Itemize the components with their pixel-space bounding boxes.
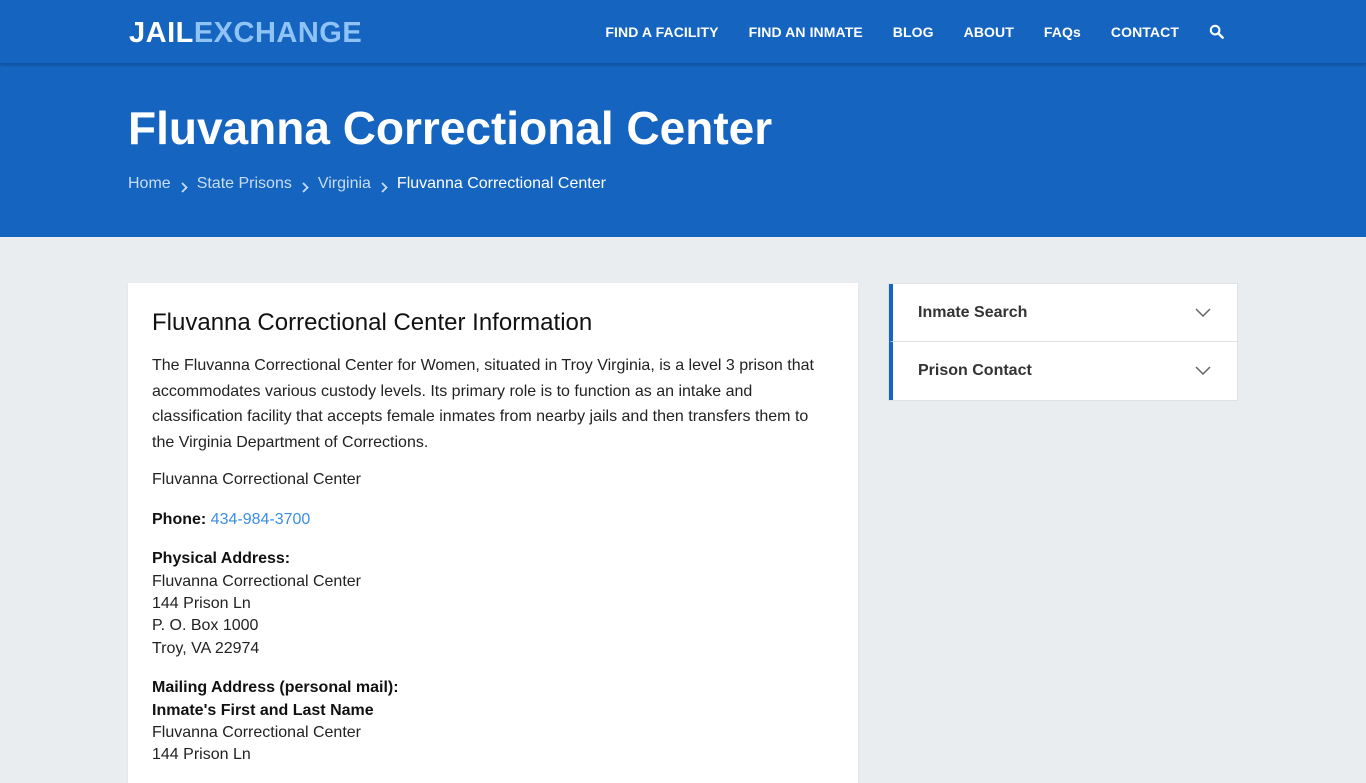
accordion-inmate-search[interactable]: Inmate Search bbox=[889, 284, 1237, 342]
search-icon[interactable] bbox=[1209, 24, 1225, 40]
address-line: Troy, VA 22974 bbox=[152, 639, 260, 657]
breadcrumb-current: Fluvanna Correctional Center bbox=[396, 175, 606, 192]
sidebar-accordion: Inmate Search Prison Contact bbox=[888, 283, 1238, 401]
accordion-label: Prison Contact bbox=[918, 362, 1032, 379]
chevron-right-icon bbox=[381, 179, 388, 193]
mailing-address-label: Mailing Address (personal mail): bbox=[152, 679, 399, 697]
mailing-inmate-name: Inmate's First and Last Name bbox=[152, 701, 374, 719]
physical-address: Physical Address: Fluvanna Correctional … bbox=[152, 548, 834, 660]
logo-jail: JAIL bbox=[129, 17, 194, 49]
breadcrumb-virginia[interactable]: Virginia bbox=[318, 174, 371, 194]
top-navbar: JAILEXCHANGE FIND A FACILITY FIND AN INM… bbox=[0, 0, 1366, 64]
phone-row: Phone: 434-984-3700 bbox=[152, 509, 834, 531]
breadcrumb-state-prisons[interactable]: State Prisons bbox=[197, 174, 292, 194]
facility-name: Fluvanna Correctional Center bbox=[152, 471, 361, 489]
chevron-down-icon bbox=[1195, 362, 1211, 380]
mailing-address: Mailing Address (personal mail): Inmate'… bbox=[152, 677, 834, 767]
section-heading: Fluvanna Correctional Center Information bbox=[152, 309, 593, 336]
page-title: Fluvanna Correctional Center bbox=[128, 102, 773, 154]
chevron-right-icon bbox=[181, 179, 188, 193]
breadcrumb-home[interactable]: Home bbox=[128, 174, 171, 194]
nav-find-facility[interactable]: FIND A FACILITY bbox=[605, 24, 718, 40]
nav-find-inmate[interactable]: FIND AN INMATE bbox=[749, 24, 863, 40]
nav-faqs[interactable]: FAQs bbox=[1044, 24, 1081, 40]
facility-info-card: Fluvanna Correctional Center Information… bbox=[128, 283, 858, 783]
intro-paragraph: The Fluvanna Correctional Center for Wom… bbox=[152, 357, 814, 451]
phone-link[interactable]: 434-984-3700 bbox=[211, 511, 311, 528]
address-line: 144 Prison Ln bbox=[152, 746, 251, 764]
nav-about[interactable]: ABOUT bbox=[964, 24, 1014, 40]
phone-label: Phone: bbox=[152, 510, 207, 528]
breadcrumb: Home State Prisons Virginia Fluvanna Cor… bbox=[128, 174, 606, 194]
address-line: 144 Prison Ln bbox=[152, 595, 251, 612]
address-line: Fluvanna Correctional Center bbox=[152, 572, 361, 590]
physical-address-label: Physical Address: bbox=[152, 550, 291, 568]
site-logo[interactable]: JAILEXCHANGE bbox=[129, 16, 362, 50]
accordion-prison-contact[interactable]: Prison Contact bbox=[889, 342, 1237, 400]
logo-exchange: EXCHANGE bbox=[193, 17, 363, 49]
accordion-label: Inmate Search bbox=[918, 303, 1028, 321]
main-nav: FIND A FACILITY FIND AN INMATE BLOG ABOU… bbox=[605, 0, 1225, 64]
chevron-down-icon bbox=[1195, 304, 1211, 322]
nav-blog[interactable]: BLOG bbox=[893, 24, 934, 40]
chevron-right-icon bbox=[302, 179, 309, 193]
page-hero: Fluvanna Correctional Center Home State … bbox=[0, 64, 1366, 237]
nav-contact[interactable]: CONTACT bbox=[1111, 24, 1179, 40]
address-line: Fluvanna Correctional Center bbox=[152, 724, 361, 742]
address-line: P. O. Box 1000 bbox=[152, 617, 259, 635]
